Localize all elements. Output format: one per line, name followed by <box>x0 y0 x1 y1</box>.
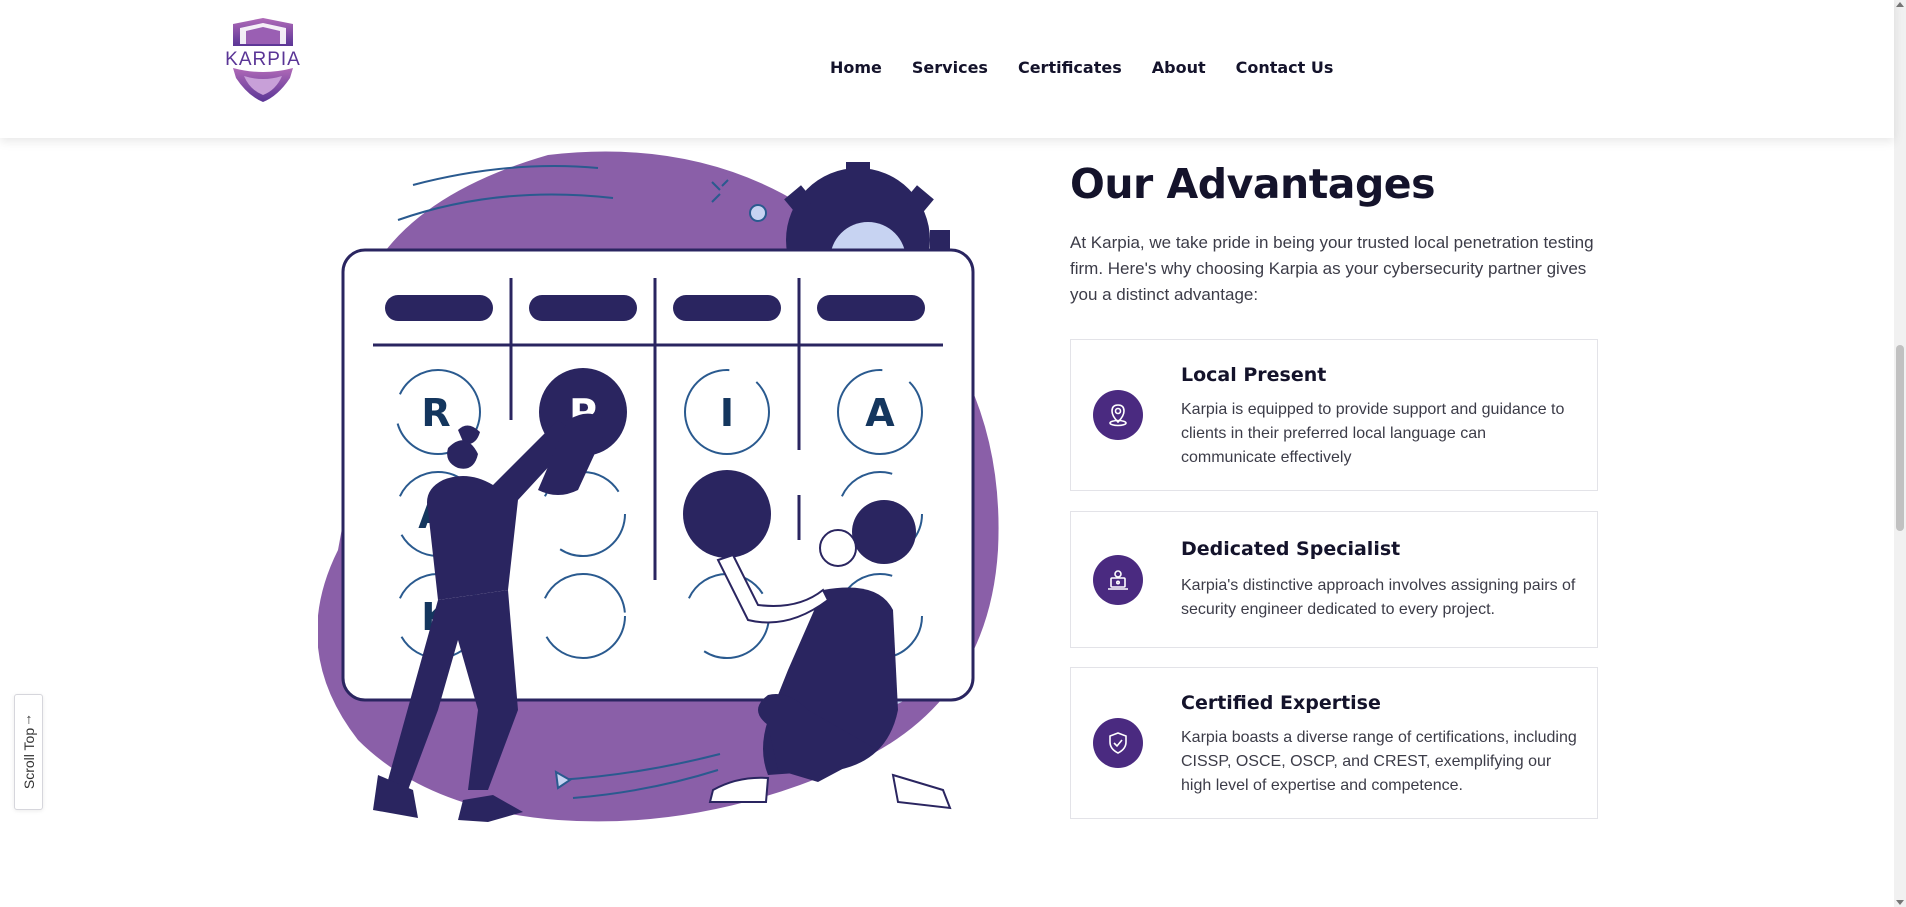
scroll-top-button[interactable]: Scroll Top ↑ <box>14 694 43 810</box>
advantage-card-local-present: Local Present Karpia is equipped to prov… <box>1070 339 1598 491</box>
site-header: KARPIA Home Services Certificates About … <box>0 0 1894 138</box>
card-text: Karpia's distinctive approach involves a… <box>1181 577 1576 618</box>
nav-certificates[interactable]: Certificates <box>1018 58 1122 77</box>
nav-about[interactable]: About <box>1152 58 1206 77</box>
karpia-shield-icon: KARPIA <box>225 18 301 102</box>
advantages-section: Our Advantages At Karpia, we take pride … <box>1070 160 1600 308</box>
scroll-top-label: Scroll Top <box>20 727 37 790</box>
advantages-illustration: R P I A A K <box>317 150 1004 832</box>
card-text: Karpia is equipped to provide support an… <box>1181 401 1565 466</box>
scroll-down-arrow-icon[interactable] <box>1896 900 1904 905</box>
page-scrollbar[interactable] <box>1894 0 1906 907</box>
nav-contact-us[interactable]: Contact Us <box>1236 58 1334 77</box>
letter-r: R <box>421 391 450 435</box>
karpia-logo[interactable]: KARPIA <box>218 16 308 106</box>
letter-i: I <box>720 391 734 435</box>
nav-services[interactable]: Services <box>912 58 988 77</box>
main-nav: Home Services Certificates About Contact… <box>830 58 1333 77</box>
nav-home[interactable]: Home <box>830 58 882 77</box>
location-pin-icon <box>1093 390 1143 440</box>
card-text: Karpia boasts a diverse range of certifi… <box>1181 729 1577 794</box>
svg-text:KARPIA: KARPIA <box>225 49 301 70</box>
advantage-card-dedicated-specialist: Dedicated Specialist Karpia's distinctiv… <box>1070 511 1598 648</box>
section-title: Our Advantages <box>1070 160 1436 208</box>
shield-check-icon <box>1093 718 1143 768</box>
specialist-computer-icon <box>1093 555 1143 605</box>
scrollbar-thumb[interactable] <box>1896 345 1904 531</box>
advantage-card-certified-expertise: Certified Expertise Karpia boasts a dive… <box>1070 667 1598 819</box>
card-title: Local Present <box>1181 364 1327 386</box>
arrow-up-icon: ↑ <box>25 710 32 727</box>
scroll-up-arrow-icon[interactable] <box>1896 2 1904 7</box>
card-title: Certified Expertise <box>1181 692 1381 714</box>
card-title: Dedicated Specialist <box>1181 538 1401 560</box>
section-intro: At Karpia, we take pride in being your t… <box>1070 233 1594 304</box>
letter-a: A <box>865 391 895 435</box>
